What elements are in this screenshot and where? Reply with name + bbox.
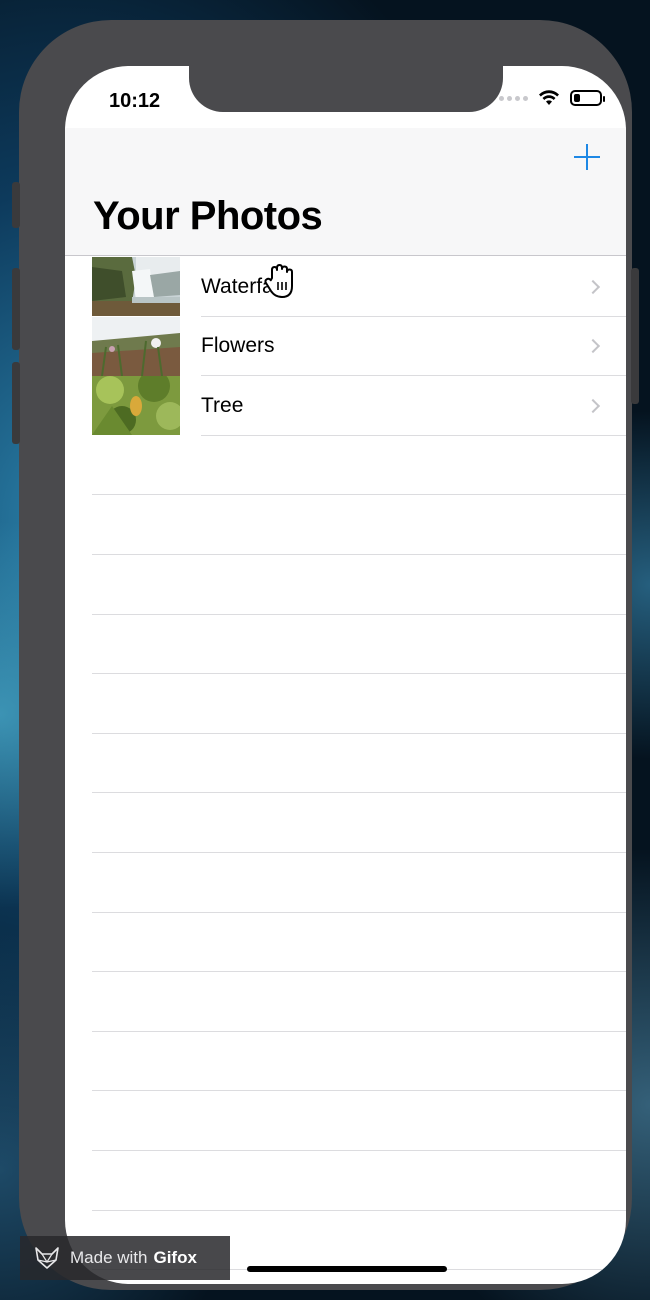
flowers-thumbnail (92, 316, 180, 376)
wifi-icon (539, 90, 559, 105)
status-time: 10:12 (109, 90, 161, 112)
page-title: Your Photos (93, 194, 323, 238)
photo-list: Waterfall Flowers Tree (65, 257, 626, 1271)
empty-row (65, 1091, 626, 1151)
empty-row (65, 972, 626, 1032)
volume-up-button (12, 268, 20, 350)
chevron-right-icon (585, 398, 601, 414)
empty-row (65, 615, 626, 675)
empty-row (65, 853, 626, 913)
list-item[interactable]: Waterfall (65, 257, 626, 317)
plus-icon[interactable] (574, 144, 600, 170)
empty-row (65, 555, 626, 615)
empty-row (65, 436, 626, 496)
empty-row (65, 1032, 626, 1092)
empty-row (65, 734, 626, 794)
waterfall-thumbnail (92, 257, 180, 316)
power-button (631, 268, 639, 404)
empty-row (65, 495, 626, 555)
list-item[interactable]: Tree (65, 376, 626, 436)
fox-logo-icon (35, 1247, 59, 1269)
notch (189, 66, 503, 112)
status-icons (499, 90, 605, 106)
phone-frame: 10:12 Your Photos Waterfall Flowers Tree (12, 20, 639, 1290)
signal-dots-icon (499, 95, 528, 101)
volume-down-button (12, 362, 20, 444)
chevron-right-icon (585, 339, 601, 354)
empty-row (65, 913, 626, 973)
navigation-bar: Your Photos (65, 128, 626, 256)
empty-row (65, 674, 626, 734)
home-indicator[interactable] (247, 1266, 447, 1272)
battery-icon (570, 90, 605, 106)
empty-row (65, 1151, 626, 1211)
empty-row (65, 793, 626, 853)
mute-switch (12, 182, 20, 228)
battery-level (574, 94, 580, 102)
watermark: Made with Gifox (20, 1236, 230, 1280)
list-item[interactable]: Flowers (65, 316, 626, 377)
watermark-prefix: Made with (70, 1248, 148, 1267)
screen: 10:12 Your Photos Waterfall Flowers Tree (65, 66, 626, 1284)
photo-label: Flowers (201, 334, 275, 358)
watermark-brand: Gifox (153, 1248, 197, 1267)
hand-cursor-icon (264, 264, 293, 298)
photo-label: Tree (201, 393, 244, 417)
chevron-right-icon (585, 279, 601, 294)
tree-thumbnail (92, 376, 180, 436)
